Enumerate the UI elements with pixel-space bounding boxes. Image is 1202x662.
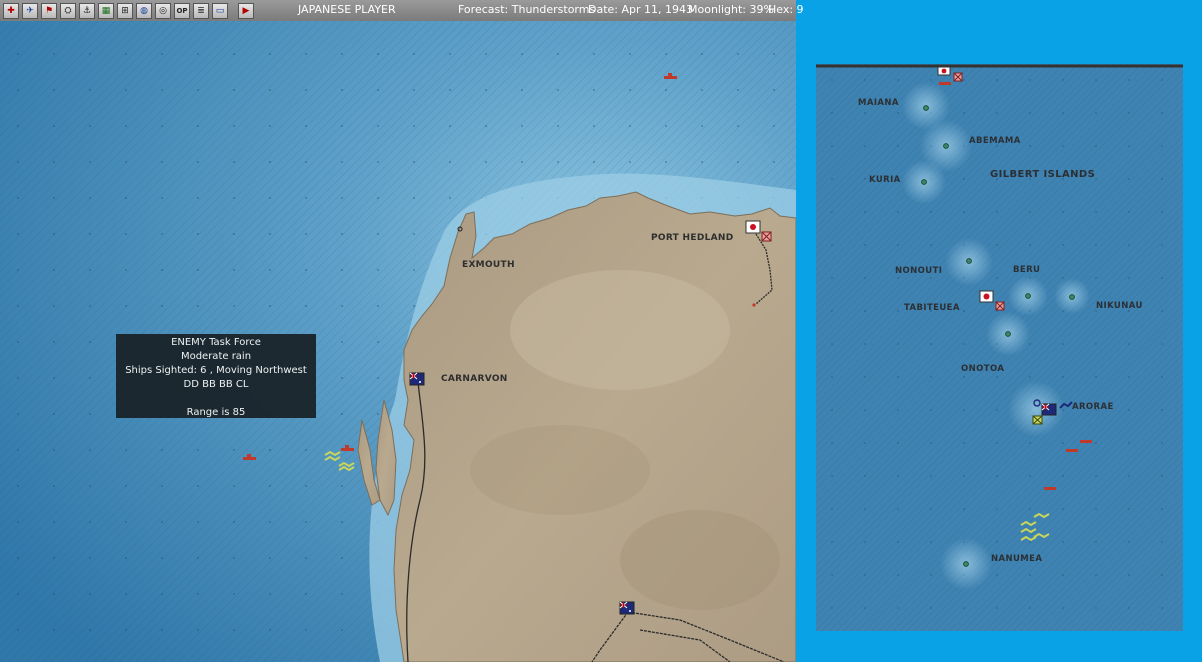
message-icon[interactable]: ▭ bbox=[212, 2, 228, 19]
australia-flag-icon[interactable] bbox=[409, 372, 425, 386]
gilbert-islands-label: GILBERT ISLANDS bbox=[990, 169, 1095, 180]
enemy-ship-icon[interactable] bbox=[1044, 487, 1056, 490]
kuria-label: KURIA bbox=[869, 175, 901, 185]
port-icon[interactable]: ⊞ bbox=[117, 2, 133, 19]
report-icon[interactable]: ≣ bbox=[193, 2, 209, 19]
tooltip-line-3: Ships Sighted: 6 , Moving Northwest bbox=[125, 365, 307, 376]
nanumea-island[interactable] bbox=[963, 561, 969, 567]
ground-unit-icon[interactable] bbox=[1032, 415, 1043, 425]
arorae-label: ARORAE bbox=[1072, 402, 1114, 412]
task-force-tooltip: ENEMY Task Force Moderate rain Ships Sig… bbox=[116, 334, 316, 418]
end-turn-icon[interactable]: ▶ bbox=[238, 2, 254, 19]
tabiteuea-label: TABITEUEA bbox=[904, 303, 960, 313]
air-unit-icon[interactable]: ✈ bbox=[22, 2, 38, 19]
abemama-label: ABEMAMA bbox=[969, 136, 1021, 146]
japanese-flag-icon[interactable] bbox=[937, 66, 951, 76]
hq-unit-icon[interactable] bbox=[953, 72, 963, 82]
onotoa-island[interactable] bbox=[1005, 331, 1011, 337]
tooltip-line-5: Range is 85 bbox=[186, 407, 246, 418]
kuria-island[interactable] bbox=[921, 179, 927, 185]
nikunau-label: NIKUNAU bbox=[1096, 301, 1143, 311]
enemy-ship-icon[interactable] bbox=[939, 82, 951, 85]
moonlight-label: Moonlight: 39% bbox=[688, 3, 774, 16]
map-icon[interactable]: ▦ bbox=[98, 2, 114, 19]
airfield-icon[interactable]: ⛭ bbox=[60, 2, 76, 19]
japanese-flag-icon[interactable] bbox=[979, 290, 994, 303]
hq-unit-icon[interactable] bbox=[761, 231, 772, 242]
globe-icon[interactable]: ◍ bbox=[136, 2, 152, 19]
terrain-shade bbox=[470, 425, 650, 515]
enemy-ship-icon[interactable] bbox=[1080, 440, 1092, 443]
tooltip-line-4: DD BB BB CL bbox=[183, 379, 249, 390]
nonouti-island[interactable] bbox=[966, 258, 972, 264]
terrain-shade-2 bbox=[620, 510, 780, 610]
maiana-label: MAIANA bbox=[858, 98, 899, 108]
terrain-highland bbox=[510, 270, 730, 390]
australia-flag-icon[interactable] bbox=[1041, 403, 1057, 416]
beru-island[interactable] bbox=[1025, 293, 1031, 299]
nikunau-island[interactable] bbox=[1069, 294, 1075, 300]
nonouti-label: NONOUTI bbox=[895, 266, 942, 276]
exmouth-label: EXMOUTH bbox=[462, 260, 515, 270]
top-toolbar: ✚ ✈ ⚑ ⛭ ⚓ ▦ ⊞ ◍ ◎ OP ≣ ▭ ▶ JAPANESE PLAY… bbox=[0, 0, 804, 22]
hex-label: Hex: 9 bbox=[768, 3, 804, 16]
port-hedland-label: PORT HEDLAND bbox=[651, 233, 734, 243]
mini-map[interactable]: MAIANA ABEMAMA KURIA GILBERT ISLANDS NON… bbox=[816, 64, 1183, 631]
onotoa-label: ONOTOA bbox=[961, 364, 1004, 374]
airfield-marker[interactable] bbox=[752, 303, 756, 307]
date-label: Date: Apr 11, 1943 bbox=[588, 3, 694, 16]
ground-unit-icon[interactable]: ✚ bbox=[3, 2, 19, 19]
maiana-island[interactable] bbox=[923, 105, 929, 111]
target-icon[interactable]: ◎ bbox=[155, 2, 171, 19]
hq-unit-icon[interactable] bbox=[995, 301, 1005, 311]
tooltip-spacer bbox=[116, 392, 316, 406]
japanese-flag-icon[interactable] bbox=[745, 220, 761, 234]
player-label: JAPANESE PLAYER bbox=[298, 3, 396, 16]
beru-label: BERU bbox=[1013, 265, 1040, 275]
flag-icon[interactable]: ⚑ bbox=[41, 2, 57, 19]
tooltip-line-2: Moderate rain bbox=[180, 351, 252, 362]
enemy-ship-icon[interactable] bbox=[1066, 449, 1078, 452]
australia-flag-icon-south[interactable] bbox=[619, 601, 635, 615]
forecast-label: Forecast: Thunderstorms bbox=[458, 3, 596, 16]
ship-icon[interactable]: ⚓ bbox=[79, 2, 95, 19]
tooltip-line-1: ENEMY Task Force bbox=[171, 337, 261, 348]
op-icon[interactable]: OP bbox=[174, 2, 190, 19]
abemama-island[interactable] bbox=[943, 143, 949, 149]
nanumea-label: NANUMEA bbox=[991, 554, 1042, 564]
carnarvon-label: CARNARVON bbox=[441, 374, 508, 384]
